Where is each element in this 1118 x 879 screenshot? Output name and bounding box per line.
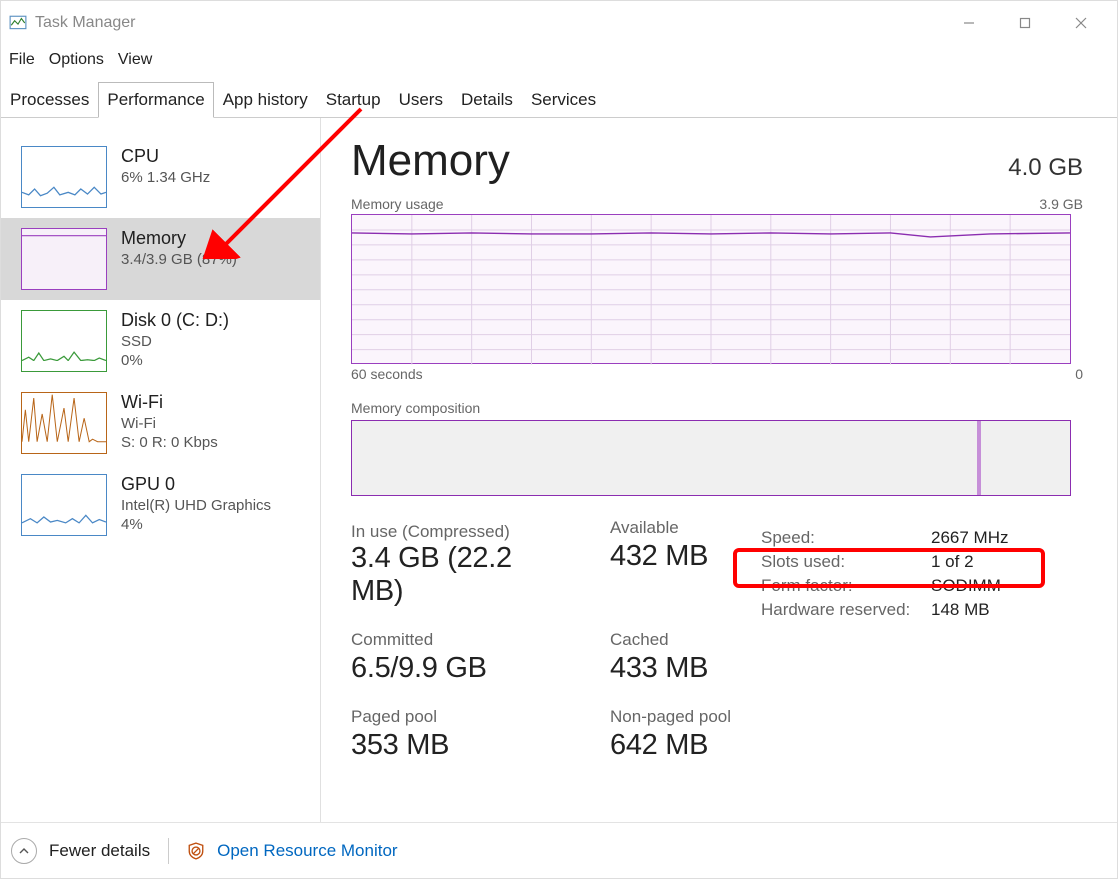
form-key: Form factor:	[761, 576, 931, 596]
wifi-sparkline	[21, 392, 107, 454]
disk-type: SSD	[121, 333, 229, 350]
disk-usage-text: 0%	[121, 352, 229, 369]
sidebar-item-cpu[interactable]: CPU 6% 1.34 GHz	[1, 136, 320, 218]
shield-icon	[187, 842, 205, 860]
wifi-throughput: S: 0 R: 0 Kbps	[121, 434, 218, 451]
gpu-sparkline	[21, 474, 107, 536]
tab-services[interactable]: Services	[522, 82, 605, 118]
close-button[interactable]	[1053, 3, 1109, 43]
speed-value: 2667 MHz	[931, 528, 1008, 548]
tab-app-history[interactable]: App history	[214, 82, 317, 118]
hwres-value: 148 MB	[931, 600, 990, 620]
nonpaged-label: Non-paged pool	[610, 707, 731, 727]
committed-label: Committed	[351, 630, 568, 650]
committed-value: 6.5/9.9 GB	[351, 652, 568, 685]
tab-users[interactable]: Users	[390, 82, 452, 118]
tab-bar: Processes Performance App history Startu…	[1, 81, 1117, 118]
sidebar-item-gpu[interactable]: GPU 0 Intel(R) UHD Graphics 4%	[1, 464, 320, 546]
sidebar-item-memory[interactable]: Memory 3.4/3.9 GB (87%)	[1, 218, 320, 300]
cpu-usage-text: 6% 1.34 GHz	[121, 169, 210, 186]
performance-sidebar: CPU 6% 1.34 GHz Memory 3.4/3.9 GB (87%) …	[1, 118, 321, 823]
axis-right: 0	[1075, 366, 1083, 382]
hwres-key: Hardware reserved:	[761, 600, 931, 620]
window-title: Task Manager	[35, 14, 136, 32]
slots-key: Slots used:	[761, 552, 931, 572]
gpu-usage-text: 4%	[121, 516, 271, 533]
tab-startup[interactable]: Startup	[317, 82, 390, 118]
cpu-sparkline	[21, 146, 107, 208]
footer: Fewer details Open Resource Monitor	[1, 822, 1117, 878]
cached-value: 433 MB	[610, 652, 731, 685]
title-bar: Task Manager	[1, 1, 1117, 45]
gpu-title: GPU 0	[121, 474, 271, 495]
paged-label: Paged pool	[351, 707, 568, 727]
usage-graph-max: 3.9 GB	[1039, 196, 1083, 212]
memory-sparkline	[21, 228, 107, 290]
nonpaged-value: 642 MB	[610, 729, 731, 762]
composition-label: Memory composition	[351, 400, 1083, 416]
wifi-title: Wi-Fi	[121, 392, 218, 413]
cpu-title: CPU	[121, 146, 210, 167]
memory-properties: Speed:2667 MHz Slots used:1 of 2 Form fa…	[761, 522, 1008, 762]
available-label: Available	[610, 518, 731, 538]
menu-view[interactable]: View	[118, 51, 152, 69]
paged-value: 353 MB	[351, 729, 568, 762]
chevron-up-icon[interactable]	[11, 838, 37, 864]
performance-detail: Memory 4.0 GB Memory usage 3.9 GB 60 sec…	[321, 118, 1117, 823]
usage-graph-label: Memory usage	[351, 196, 444, 212]
page-title: Memory	[351, 136, 510, 186]
tab-processes[interactable]: Processes	[1, 82, 98, 118]
memory-total: 4.0 GB	[1008, 154, 1083, 182]
app-icon	[9, 14, 27, 32]
memory-usage-graph	[351, 214, 1071, 364]
form-value: SODIMM	[931, 576, 1001, 596]
menu-file[interactable]: File	[9, 51, 35, 69]
divider	[168, 838, 169, 864]
menu-options[interactable]: Options	[49, 51, 104, 69]
minimize-button[interactable]	[941, 3, 997, 43]
memory-usage-text: 3.4/3.9 GB (87%)	[121, 251, 237, 268]
speed-key: Speed:	[761, 528, 931, 548]
sidebar-item-disk[interactable]: Disk 0 (C: D:) SSD 0%	[1, 300, 320, 382]
inuse-value: 3.4 GB (22.2 MB)	[351, 542, 568, 608]
gpu-name: Intel(R) UHD Graphics	[121, 497, 271, 514]
memory-title: Memory	[121, 228, 237, 249]
memory-composition-bar	[351, 420, 1071, 496]
disk-sparkline	[21, 310, 107, 372]
wifi-adapter: Wi-Fi	[121, 415, 218, 432]
tab-details[interactable]: Details	[452, 82, 522, 118]
cached-label: Cached	[610, 630, 731, 650]
disk-title: Disk 0 (C: D:)	[121, 310, 229, 331]
sidebar-item-wifi[interactable]: Wi-Fi Wi-Fi S: 0 R: 0 Kbps	[1, 382, 320, 464]
tab-performance[interactable]: Performance	[98, 82, 213, 118]
maximize-button[interactable]	[997, 3, 1053, 43]
axis-left: 60 seconds	[351, 366, 423, 382]
slots-value: 1 of 2	[931, 552, 974, 572]
available-value: 432 MB	[610, 540, 731, 573]
menu-bar: File Options View	[1, 45, 1117, 75]
fewer-details-button[interactable]: Fewer details	[49, 841, 150, 861]
open-resource-monitor-link[interactable]: Open Resource Monitor	[217, 841, 397, 861]
